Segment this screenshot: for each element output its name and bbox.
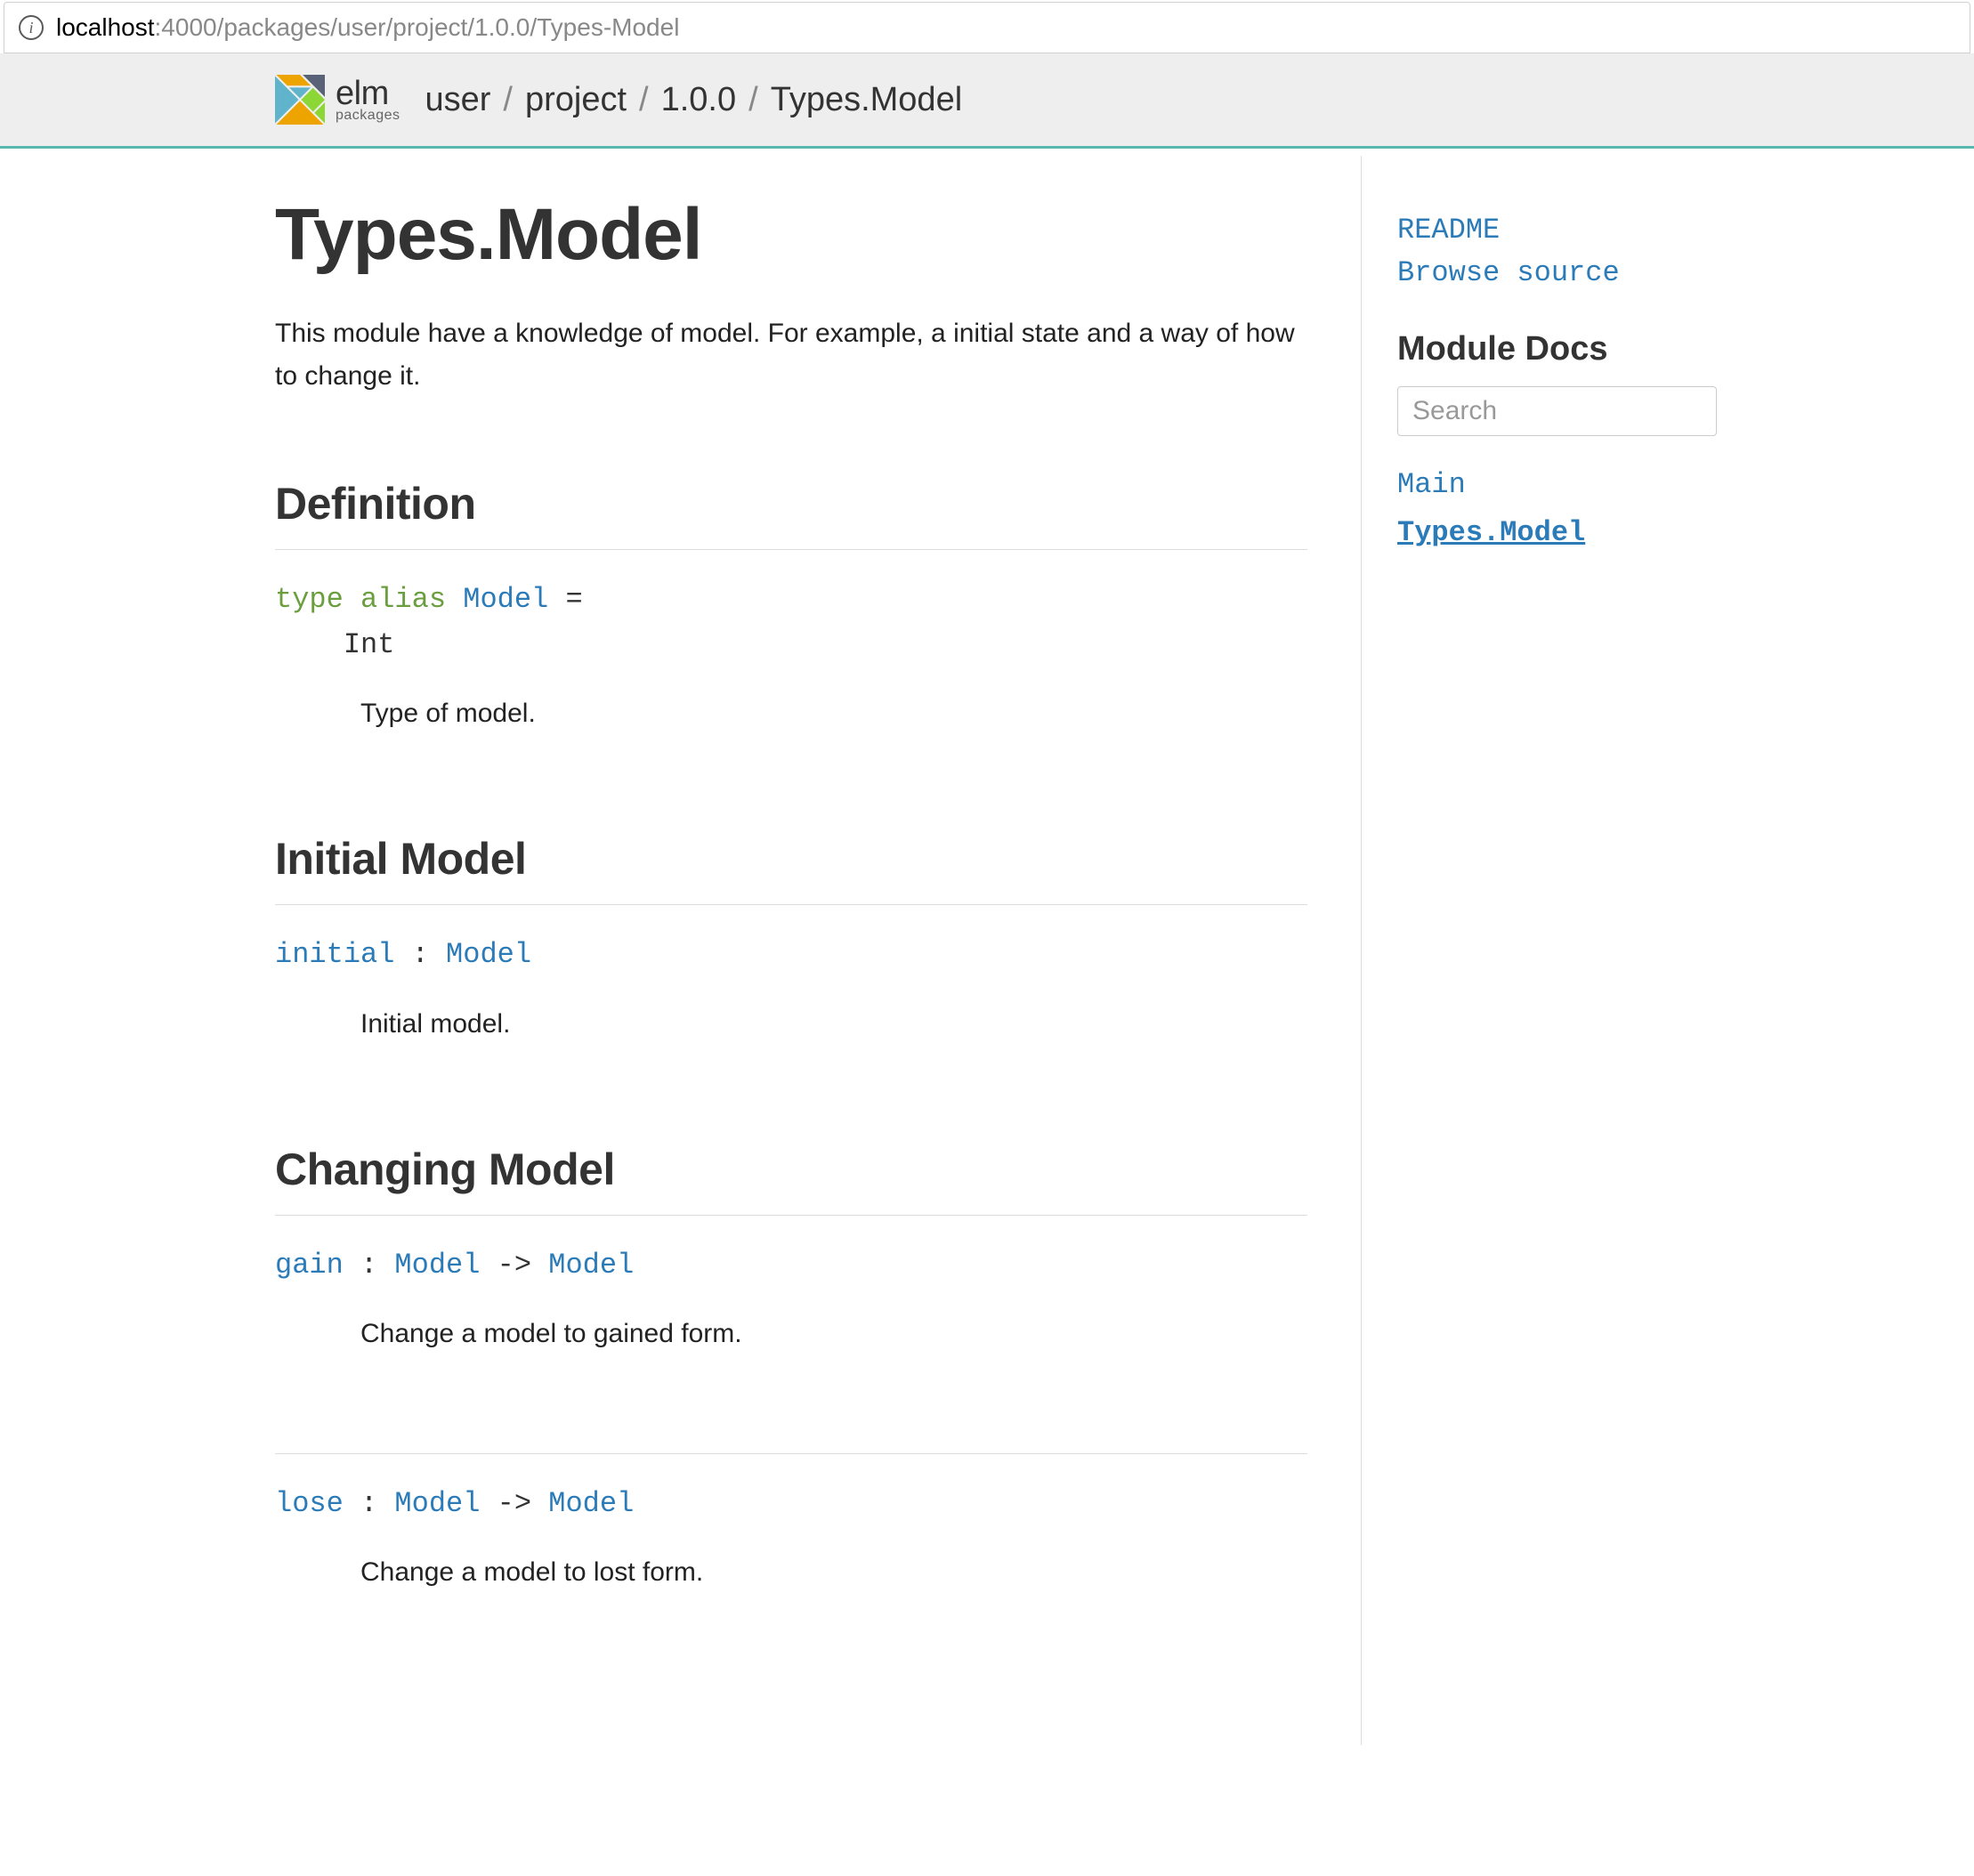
code-token: -> <box>480 1487 548 1520</box>
type-link[interactable]: Model <box>548 1487 634 1520</box>
url-text: localhost:4000/packages/user/project/1.0… <box>56 13 679 42</box>
type-link[interactable]: Model <box>394 1249 480 1282</box>
crumb-user[interactable]: user <box>425 81 491 119</box>
type-link[interactable]: Model <box>548 1249 634 1282</box>
code-token: -> <box>480 1249 548 1282</box>
type-link[interactable]: lose <box>275 1487 344 1520</box>
type-link[interactable]: Model <box>463 583 548 616</box>
logo-link[interactable]: elm packages <box>275 75 400 125</box>
module-description: This module have a knowledge of model. F… <box>275 312 1307 398</box>
breadcrumb: user / project / 1.0.0 / Types.Model <box>425 81 963 119</box>
code-token: : <box>344 1487 395 1520</box>
url-path: :4000/packages/user/project/1.0.0/Types-… <box>155 13 680 41</box>
main-column: Types.Model This module have a knowledge… <box>257 149 1361 1745</box>
divider <box>275 1215 1307 1216</box>
page-body: Types.Model This module have a knowledge… <box>222 149 1752 1745</box>
type-link[interactable]: Model <box>394 1487 480 1520</box>
elm-logo-icon <box>275 75 325 125</box>
logo-text: elm packages <box>336 77 400 123</box>
code-token: type alias <box>275 583 463 616</box>
crumb-sep: / <box>503 81 513 119</box>
code-token: : <box>394 938 446 971</box>
doc-comment: Change a model to lost form. <box>360 1551 1307 1594</box>
code-token: Int <box>275 628 394 661</box>
type-link[interactable]: Model <box>446 938 531 971</box>
module-link[interactable]: Types.Model <box>1397 509 1717 557</box>
doc-comment: Type of model. <box>360 692 1307 735</box>
crumb-module: Types.Model <box>771 81 962 119</box>
code-token: = <box>548 583 582 616</box>
type-link[interactable]: gain <box>275 1249 344 1282</box>
type-signature: gain : Model -> Model <box>275 1242 1307 1288</box>
sidebar-link-readme[interactable]: README <box>1397 209 1717 252</box>
doc-comment: Initial model. <box>360 1003 1307 1046</box>
info-icon: i <box>19 15 44 40</box>
crumb-sep: / <box>639 81 649 119</box>
type-signature: type alias Model = Int <box>275 577 1307 667</box>
search-input[interactable] <box>1397 386 1717 436</box>
logo-title: elm <box>336 77 400 110</box>
module-link[interactable]: Main <box>1397 461 1717 509</box>
sidebar: README Browse source Module Docs MainTyp… <box>1361 156 1717 1745</box>
sidebar-heading: Module Docs <box>1397 330 1717 368</box>
logo-subtitle: packages <box>336 109 400 123</box>
url-host: localhost <box>56 13 155 41</box>
sidebar-link-source[interactable]: Browse source <box>1397 252 1717 295</box>
type-signature: initial : Model <box>275 932 1307 977</box>
code-token: : <box>344 1249 395 1282</box>
divider <box>275 1453 1307 1454</box>
header: elm packages user / project / 1.0.0 / Ty… <box>0 53 1974 149</box>
section-heading: Initial Model <box>275 833 1307 885</box>
page-title: Types.Model <box>275 193 1307 277</box>
section-heading: Changing Model <box>275 1144 1307 1195</box>
crumb-sep: / <box>748 81 758 119</box>
type-link[interactable]: initial <box>275 938 394 971</box>
type-signature: lose : Model -> Model <box>275 1481 1307 1526</box>
address-bar[interactable]: i localhost:4000/packages/user/project/1… <box>4 2 1970 53</box>
section-heading: Definition <box>275 478 1307 530</box>
crumb-project[interactable]: project <box>525 81 627 119</box>
divider <box>275 904 1307 905</box>
doc-comment: Change a model to gained form. <box>360 1313 1307 1355</box>
crumb-version[interactable]: 1.0.0 <box>661 81 737 119</box>
divider <box>275 549 1307 550</box>
